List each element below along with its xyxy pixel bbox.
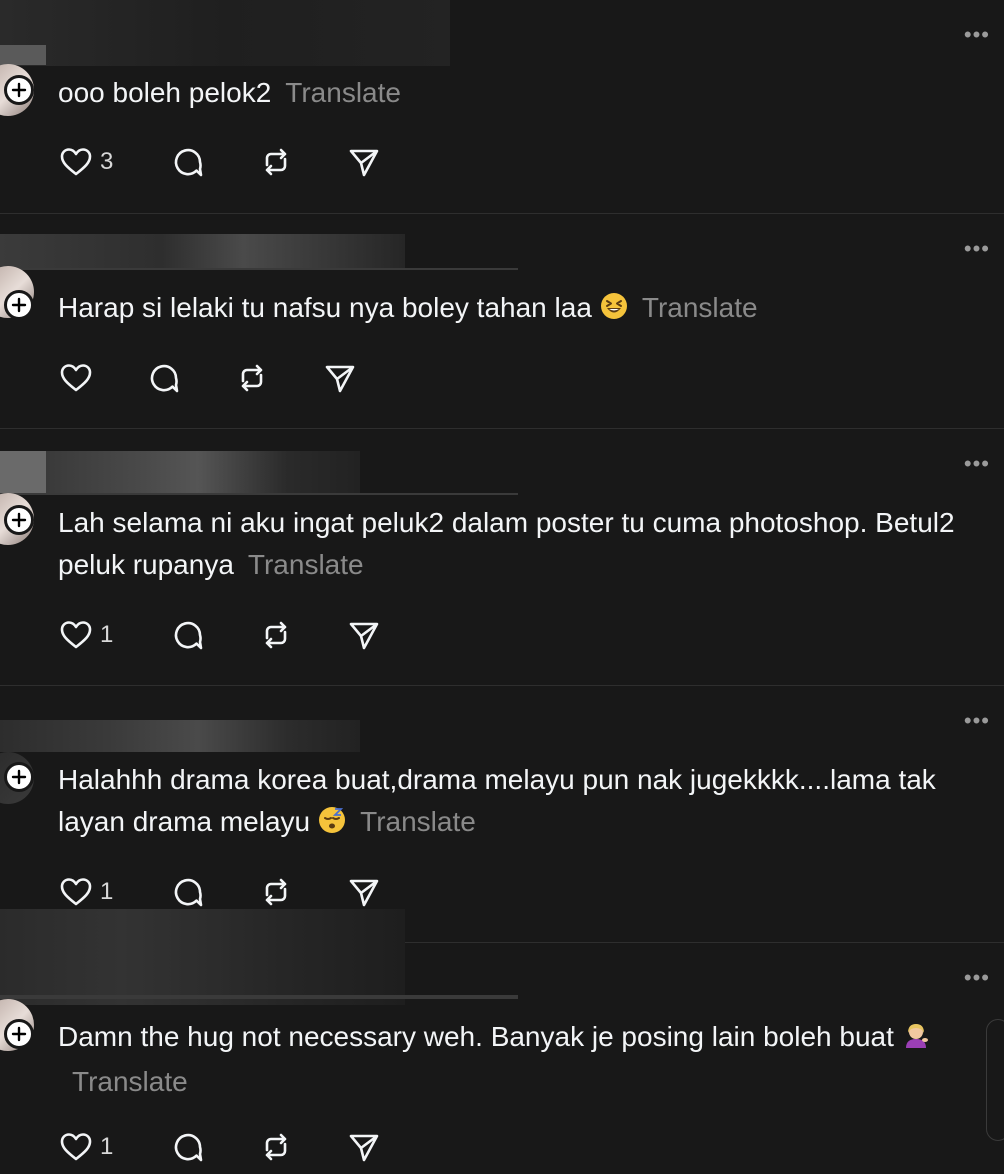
more-icon[interactable]: ••• xyxy=(964,967,990,989)
post: ••• ooo boleh pelok2 Translate 3 xyxy=(0,0,1004,214)
like-button[interactable]: 1 xyxy=(58,874,170,910)
like-button[interactable] xyxy=(58,360,146,396)
heart-icon xyxy=(60,364,92,392)
more-icon[interactable]: ••• xyxy=(964,453,990,475)
comment-button[interactable] xyxy=(146,360,234,396)
post-text: Lah selama ni aku ingat peluk2 dalam pos… xyxy=(58,507,955,580)
repost-button[interactable] xyxy=(258,1129,346,1165)
share-icon xyxy=(349,622,379,650)
repost-icon xyxy=(241,364,263,392)
repost-icon xyxy=(265,1133,287,1161)
username-redacted xyxy=(0,909,405,1005)
heart-icon xyxy=(60,148,92,176)
follow-button[interactable] xyxy=(4,505,34,535)
share-icon xyxy=(325,365,355,393)
follow-button[interactable] xyxy=(4,75,34,105)
comment-icon xyxy=(174,621,203,650)
share-button[interactable] xyxy=(346,144,406,180)
username-redacted xyxy=(0,45,46,65)
like-button[interactable]: 3 xyxy=(58,144,170,180)
username-redacted xyxy=(0,268,518,270)
share-icon xyxy=(349,879,379,907)
plus-icon xyxy=(11,1026,27,1042)
comment-button[interactable] xyxy=(170,1129,258,1165)
comment-button[interactable] xyxy=(170,874,258,910)
follow-button[interactable] xyxy=(4,762,34,792)
post-text: Damn the hug not necessary weh. Banyak j… xyxy=(58,1021,894,1052)
translate-link[interactable]: Translate xyxy=(360,806,476,837)
like-count: 1 xyxy=(100,621,114,648)
share-button[interactable] xyxy=(346,1129,406,1165)
share-icon xyxy=(349,149,379,177)
like-button[interactable]: 1 xyxy=(58,617,170,653)
scrollbar[interactable] xyxy=(986,1019,1004,1141)
repost-button[interactable] xyxy=(258,874,346,910)
like-count: 3 xyxy=(100,148,114,175)
username-redacted xyxy=(0,995,518,999)
post: ••• Halahhh drama korea buat,drama melay… xyxy=(0,686,1004,943)
comment-icon xyxy=(150,364,179,393)
repost-button[interactable] xyxy=(258,144,346,180)
repost-icon xyxy=(265,621,287,649)
plus-icon xyxy=(11,82,27,98)
share-button[interactable] xyxy=(346,617,406,653)
follow-button[interactable] xyxy=(4,1019,34,1049)
post-text: ooo boleh pelok2 xyxy=(58,77,272,108)
post-text: Halahhh drama korea buat,drama melayu pu… xyxy=(58,764,936,837)
more-icon[interactable]: ••• xyxy=(964,238,990,260)
username-redacted xyxy=(0,451,360,495)
translate-link[interactable]: Translate xyxy=(285,77,401,108)
username-redacted xyxy=(0,0,450,66)
post: ••• Harap si lelaki tu nafsu nya boley t… xyxy=(0,214,1004,429)
post-text: Harap si lelaki tu nafsu nya boley tahan… xyxy=(58,292,592,323)
plus-icon xyxy=(11,512,27,528)
translate-link[interactable]: Translate xyxy=(72,1066,188,1097)
username-redacted xyxy=(0,234,405,270)
comment-button[interactable] xyxy=(170,144,258,180)
like-button[interactable]: 1 xyxy=(58,1129,170,1165)
comment-icon xyxy=(174,148,203,177)
person-tipping-hand-icon xyxy=(902,1019,930,1061)
repost-button[interactable] xyxy=(258,617,346,653)
grinning-squinting-face-icon xyxy=(600,290,628,332)
heart-icon xyxy=(60,621,92,649)
comment-icon xyxy=(174,878,203,907)
username-redacted xyxy=(0,493,518,495)
share-button[interactable] xyxy=(346,874,406,910)
repost-icon xyxy=(265,148,287,176)
share-button[interactable] xyxy=(322,360,382,396)
post: ••• Damn the hug not necessary weh. Bany… xyxy=(0,909,1004,1174)
plus-icon xyxy=(11,769,27,785)
comment-button[interactable] xyxy=(170,617,258,653)
follow-button[interactable] xyxy=(4,290,34,320)
translate-link[interactable]: Translate xyxy=(642,292,758,323)
comment-icon xyxy=(174,1133,203,1162)
heart-icon xyxy=(60,878,92,906)
translate-link[interactable]: Translate xyxy=(248,549,364,580)
like-count: 1 xyxy=(100,878,114,905)
post: ••• Lah selama ni aku ingat peluk2 dalam… xyxy=(0,429,1004,686)
like-count: 1 xyxy=(100,1133,114,1160)
username-redacted xyxy=(0,720,360,752)
heart-icon xyxy=(60,1133,92,1161)
repost-button[interactable] xyxy=(234,360,322,396)
sleeping-face-icon xyxy=(318,804,346,846)
repost-icon xyxy=(265,878,287,906)
more-icon[interactable]: ••• xyxy=(964,24,990,46)
plus-icon xyxy=(11,297,27,313)
more-icon[interactable]: ••• xyxy=(964,710,990,732)
share-icon xyxy=(349,1134,379,1162)
